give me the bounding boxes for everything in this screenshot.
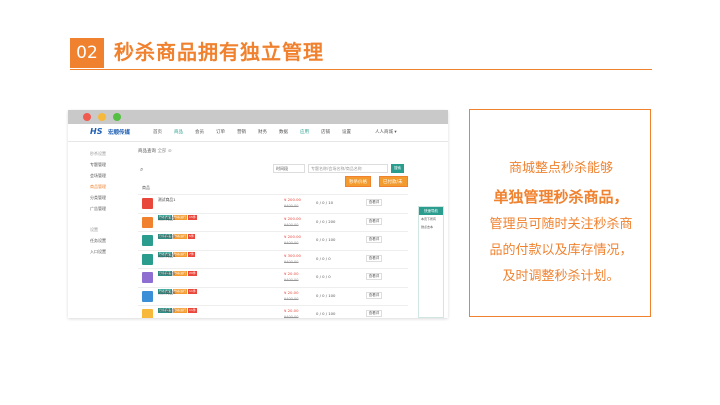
description-box: 商城整点秒杀能够 单独管理秒杀商品， 管理员可随时关注秒杀商 品的付款以及库存情… — [469, 109, 651, 317]
stock-counts: 0 / 0 / 0 — [316, 274, 331, 279]
breadcrumb-title: 商品查询 — [138, 149, 156, 154]
view-detail-button[interactable]: 查看详 — [366, 199, 382, 206]
table-row[interactable]: 测试商品2 秒杀商品 秒杀进行 5件 ¥ 200.00 ¥400.00 0 / 0 / 20… — [138, 212, 408, 239]
view-detail-button[interactable]: 查看详 — [366, 236, 382, 243]
seckill-price: ¥ 20.00 — [284, 289, 299, 295]
product-thumbnail[interactable] — [142, 216, 153, 228]
title-underline — [70, 69, 652, 70]
seckill-price: ¥ 200.00 — [284, 197, 301, 202]
product-tags: 秒杀商品秒杀进行11件 — [158, 314, 198, 318]
nav-apps[interactable]: 应用 — [300, 129, 309, 135]
quick-nav-panel: 快速导航 本页下所有 微点击本 — [418, 206, 444, 318]
search-button[interactable]: 搜索 — [391, 164, 404, 173]
stock-counts: 0 / 0 / 10 — [316, 200, 334, 205]
breadcrumb-filter[interactable]: 全部 ⊘ — [157, 149, 171, 154]
product-thumbnail[interactable] — [142, 272, 153, 283]
sidebar-item-venues[interactable]: 会场管理 — [90, 170, 130, 181]
description-line-3: 管理员可随时关注秒杀商 — [489, 217, 633, 232]
nav-goods[interactable]: 商品 — [174, 129, 183, 135]
seckill-price: ¥ 200.00 — [284, 234, 301, 239]
description-line-4: 品的付款以及库存情况， — [489, 243, 633, 258]
quick-nav-item[interactable]: 微点击本 — [419, 223, 443, 231]
app-logo-text: 宏顺传媒 — [108, 130, 131, 136]
top-navigation: HS 宏顺传媒 首页 商品 会员 订单 营销 财务 数据 应用 店铺 设置 人人… — [68, 124, 448, 142]
nav-store[interactable]: 店铺 — [321, 129, 330, 135]
product-thumbnail[interactable] — [142, 198, 153, 209]
product-table: 测试商品1 秒杀商品 秒杀进行 15件 ¥ 200.00 ¥400.00 0 / 0 / 1… — [138, 194, 408, 318]
view-detail-button[interactable]: 查看详 — [366, 273, 382, 280]
time-range-select[interactable]: 时间段 — [273, 164, 305, 173]
window-maximize-dot[interactable] — [113, 113, 121, 121]
stock-counts: 0 / 0 / 100 — [316, 311, 336, 316]
slide-title: 秒杀商品拥有独立管理 — [114, 40, 324, 64]
column-header-product: 商品 — [142, 185, 150, 190]
table-row[interactable]: 测试商品5 秒杀商品 秒杀进行 11件 ¥ 20.00 ¥400.00 0 / 0 / 0查… — [138, 268, 408, 294]
sidebar-item-entry-settings[interactable]: 入口设置 — [90, 246, 130, 257]
stock-counts: 0 / 0 / 100 — [316, 292, 336, 298]
seckill-price: ¥ 200.00 — [284, 215, 301, 221]
original-price: ¥400.00 — [284, 241, 299, 245]
stock-counts: 0 / 0 / 200 — [316, 218, 336, 224]
browser-mockup: HS 宏顺传媒 首页 商品 会员 订单 营销 财务 数据 应用 店铺 设置 人人… — [68, 110, 448, 318]
nav-marketing[interactable]: 营销 — [237, 129, 246, 135]
nav-home[interactable]: 首页 — [153, 129, 162, 135]
sidebar-item-ads[interactable]: 广告管理 — [90, 203, 130, 214]
description-line-5: 及时调整秒杀计划。 — [502, 269, 620, 284]
view-detail-button[interactable]: 查看详 — [366, 291, 382, 299]
nav-settings[interactable]: 设置 — [342, 129, 351, 135]
seckill-price: ¥ 20.00 — [284, 271, 299, 276]
sidebar-item-goods[interactable]: 商品管理 — [90, 181, 130, 192]
original-price: ¥400.00 — [284, 204, 299, 208]
view-detail-button[interactable]: 查看详 — [366, 217, 382, 225]
seckill-price: ¥ 300.00 — [284, 252, 301, 258]
original-price: ¥400.00 — [284, 315, 299, 318]
sidebar: 秒杀设置 专题管理 会场管理 商品管理 分类管理 广告管理 设置 任务设置 入口… — [90, 148, 130, 257]
product-thumbnail[interactable] — [142, 235, 153, 246]
sidebar-item-topics[interactable]: 专题管理 — [90, 159, 130, 170]
product-thumbnail[interactable] — [142, 253, 153, 265]
breadcrumb: 商品查询 全部 ⊘ — [138, 148, 172, 154]
view-detail-button[interactable]: 查看详 — [366, 254, 382, 262]
stock-counts: 0 / 0 / 0 — [316, 255, 331, 261]
sidebar-settings-heading: 设置 — [90, 227, 98, 232]
sidebar-item-task-settings[interactable]: 任务设置 — [90, 235, 130, 246]
original-price: ¥400.00 — [284, 222, 299, 227]
product-thumbnail[interactable] — [142, 290, 153, 302]
seckill-price: ¥ 20.00 — [284, 308, 299, 313]
user-menu[interactable]: 人人商城 ▾ — [375, 129, 397, 135]
table-row[interactable]: 测试商品3 秒杀商品 秒杀进行 7件 ¥ 200.00 ¥400.00 0 / 0 / 10… — [138, 231, 408, 257]
quick-nav-item[interactable]: 本页下所有 — [419, 215, 443, 223]
table-row[interactable]: 测试商品4 秒杀商品 秒杀进行 20件 ¥ 300.00 ¥400.00 0 / 0 / 0… — [138, 249, 408, 276]
stock-counts: 0 / 0 / 100 — [316, 237, 336, 242]
slide-number-badge: 02 — [70, 38, 104, 68]
original-price: ¥400.00 — [284, 259, 299, 264]
quick-nav-title: 快速导航 — [419, 207, 443, 215]
description-line-2: 单独管理秒杀商品， — [493, 188, 629, 206]
window-close-dot[interactable] — [83, 113, 91, 121]
app-logo[interactable]: HS — [90, 127, 102, 136]
payment-stock-button[interactable]: 已付款/未付款/库存 — [379, 176, 408, 196]
description-line-1: 商城整点秒杀能够 — [508, 161, 613, 176]
seckill-price-button[interactable]: 秒杀价格 — [345, 176, 371, 187]
search-input[interactable]: 专题名称/会场名称/商品名称 — [308, 164, 388, 173]
nav-finance[interactable]: 财务 — [258, 129, 267, 135]
table-row[interactable]: 测试商品7秒杀商品秒杀进行11件¥ 20.00¥400.000 / 0 / 10… — [138, 305, 408, 318]
sidebar-item-categories[interactable]: 分类管理 — [90, 192, 130, 203]
sidebar-group-heading: 秒杀设置 — [90, 151, 106, 156]
original-price: ¥400.00 — [284, 278, 299, 282]
original-price: ¥400.00 — [284, 296, 299, 301]
nav-order[interactable]: 订单 — [216, 129, 225, 135]
window-minimize-dot[interactable] — [98, 113, 106, 121]
browser-chrome — [68, 110, 448, 124]
table-row[interactable]: 测试商品1 秒杀商品 秒杀进行 15件 ¥ 200.00 ¥400.00 0 / 0 / 1… — [138, 194, 408, 220]
product-thumbnail[interactable] — [142, 309, 153, 318]
table-row[interactable]: 测试商品6 秒杀商品 秒杀进行 11件 ¥ 20.00 ¥400.00 0 / 0 / 10… — [138, 286, 408, 313]
view-detail-button[interactable]: 查看详 — [366, 310, 382, 317]
search-icon[interactable]: ⌕ — [140, 166, 143, 174]
nav-data[interactable]: 数据 — [279, 129, 288, 135]
nav-member[interactable]: 会员 — [195, 129, 204, 135]
